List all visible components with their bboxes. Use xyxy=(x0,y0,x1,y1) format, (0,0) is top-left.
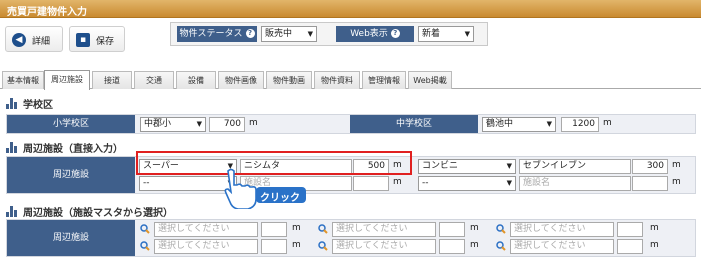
bar-chart-icon xyxy=(6,142,18,153)
dropdown-caret-icon: ▼ xyxy=(464,30,470,38)
elementary-school-select[interactable]: 中郡小 ▼ xyxy=(140,117,206,132)
facility-master-input[interactable]: 選択してください xyxy=(510,222,614,237)
facility-name-input[interactable]: 施設名 xyxy=(519,176,631,191)
facility-name-input[interactable]: セブンイレブン xyxy=(519,159,631,174)
unit-label: m xyxy=(650,223,659,233)
magnifier-icon[interactable] xyxy=(140,241,150,251)
floppy-disk-icon: ▪ xyxy=(76,33,90,47)
facility-type-value: コンビニ xyxy=(422,161,459,171)
property-status-value: 販売中 xyxy=(265,29,293,39)
elementary-school-value: 中郡小 xyxy=(144,119,172,129)
tab-web-listing[interactable]: Web掲載 xyxy=(408,71,452,89)
unit-label: m xyxy=(292,240,301,250)
facility-distance-input[interactable] xyxy=(439,222,465,237)
unit-label: m xyxy=(393,177,402,187)
direct-facilities-label: 周辺施設 xyxy=(7,157,135,193)
tab-property-documents[interactable]: 物件資料 xyxy=(314,71,360,89)
facility-type-value: -- xyxy=(422,178,429,188)
help-icon[interactable]: ? xyxy=(245,29,255,38)
tab-property-videos[interactable]: 物件動画 xyxy=(266,71,312,89)
elementary-school-label: 小学校区 xyxy=(7,115,135,133)
web-display-select[interactable]: 新着 ▼ xyxy=(418,26,474,42)
web-display-label: Web表示? xyxy=(336,26,414,42)
magnifier-icon[interactable] xyxy=(318,224,328,234)
property-status-select[interactable]: 販売中 ▼ xyxy=(261,26,317,42)
tab-transport[interactable]: 交通 xyxy=(134,71,174,89)
help-icon[interactable]: ? xyxy=(390,29,400,38)
bar-chart-icon xyxy=(6,206,18,217)
tab-nearby-facilities[interactable]: 周辺施設 xyxy=(44,70,90,90)
unit-label: m xyxy=(672,160,681,170)
facility-type-select[interactable]: コンビニ ▼ xyxy=(418,159,516,174)
facility-distance-input[interactable] xyxy=(617,239,643,254)
junior-school-select[interactable]: 鶴池中 ▼ xyxy=(482,117,556,132)
facility-distance-input[interactable] xyxy=(632,176,668,191)
facility-distance-input[interactable] xyxy=(261,222,287,237)
facility-master-input[interactable]: 選択してください xyxy=(332,222,436,237)
detail-button-label: 詳細 xyxy=(32,37,51,47)
facility-master-input[interactable]: 選択してください xyxy=(154,239,258,254)
section-heading-school: 学校区 xyxy=(6,96,53,111)
junior-school-label: 中学校区 xyxy=(350,115,478,133)
unit-label: m xyxy=(470,240,479,250)
tab-road-access[interactable]: 接道 xyxy=(92,71,132,89)
click-label: クリック xyxy=(260,193,300,204)
unit-label: m xyxy=(603,118,612,128)
unit-label: m xyxy=(650,240,659,250)
unit-label: m xyxy=(249,118,258,128)
magnifier-icon[interactable] xyxy=(140,224,150,234)
unit-label: m xyxy=(292,223,301,233)
detail-button[interactable]: ◀ 詳細 xyxy=(5,26,63,52)
tab-property-images[interactable]: 物件画像 xyxy=(218,71,264,89)
facility-master-input[interactable]: 選択してください xyxy=(510,239,614,254)
unit-label: m xyxy=(470,223,479,233)
bar-chart-icon xyxy=(6,98,18,109)
window-title-bar: 売買戸建物件入力 xyxy=(0,0,701,18)
click-callout: クリック xyxy=(218,167,318,210)
magnifier-icon[interactable] xyxy=(496,241,506,251)
facility-master-input[interactable]: 選択してください xyxy=(332,239,436,254)
tab-bar: 基本情報 周辺施設 接道 交通 設備 物件画像 物件動画 物件資料 管理情報 W… xyxy=(0,70,701,90)
magnifier-icon[interactable] xyxy=(318,241,328,251)
dropdown-caret-icon: ▼ xyxy=(506,162,512,170)
magnifier-icon[interactable] xyxy=(496,224,506,234)
save-button-label: 保存 xyxy=(96,37,115,47)
back-arrow-icon: ◀ xyxy=(12,33,26,47)
facility-type-select[interactable]: -- ▼ xyxy=(418,176,516,191)
tab-management-info[interactable]: 管理情報 xyxy=(362,71,406,89)
facility-type-value: -- xyxy=(143,178,150,188)
web-display-label-text: Web表示 xyxy=(350,29,388,39)
section-heading-direct-facilities: 周辺施設（直接入力） xyxy=(6,140,123,155)
school-heading-text: 学校区 xyxy=(23,100,53,111)
dropdown-caret-icon: ▼ xyxy=(307,30,313,38)
facility-distance-input[interactable] xyxy=(439,239,465,254)
facility-master-input[interactable]: 選択してください xyxy=(154,222,258,237)
facility-distance-input[interactable] xyxy=(261,239,287,254)
tab-equipment[interactable]: 設備 xyxy=(176,71,216,89)
direct-facilities-heading-text: 周辺施設（直接入力） xyxy=(23,144,123,155)
dropdown-caret-icon: ▼ xyxy=(546,120,552,128)
facility-distance-input[interactable] xyxy=(617,222,643,237)
property-status-label: 物件ステータス? xyxy=(177,26,257,42)
save-button[interactable]: ▪ 保存 xyxy=(69,26,125,52)
window-title: 売買戸建物件入力 xyxy=(7,7,87,18)
status-panel: 物件ステータス? 販売中 ▼ Web表示? 新着 ▼ xyxy=(170,22,488,46)
tab-basic-info[interactable]: 基本情報 xyxy=(2,71,44,89)
junior-distance-input[interactable]: 1200 xyxy=(561,117,599,132)
dropdown-caret-icon: ▼ xyxy=(506,179,512,187)
property-status-label-text: 物件ステータス xyxy=(179,29,243,39)
facility-distance-input[interactable] xyxy=(353,176,389,191)
junior-school-value: 鶴池中 xyxy=(486,119,514,129)
section-heading-master-facilities: 周辺施設（施設マスタから選択） xyxy=(6,204,173,219)
facility-distance-input[interactable]: 300 xyxy=(632,159,668,174)
master-facilities-label: 周辺施設 xyxy=(7,220,135,256)
web-display-value: 新着 xyxy=(422,29,441,39)
elementary-distance-input[interactable]: 700 xyxy=(209,117,245,132)
dropdown-caret-icon: ▼ xyxy=(196,120,202,128)
master-facilities-heading-text: 周辺施設（施設マスタから選択） xyxy=(23,208,173,219)
unit-label: m xyxy=(672,177,681,187)
